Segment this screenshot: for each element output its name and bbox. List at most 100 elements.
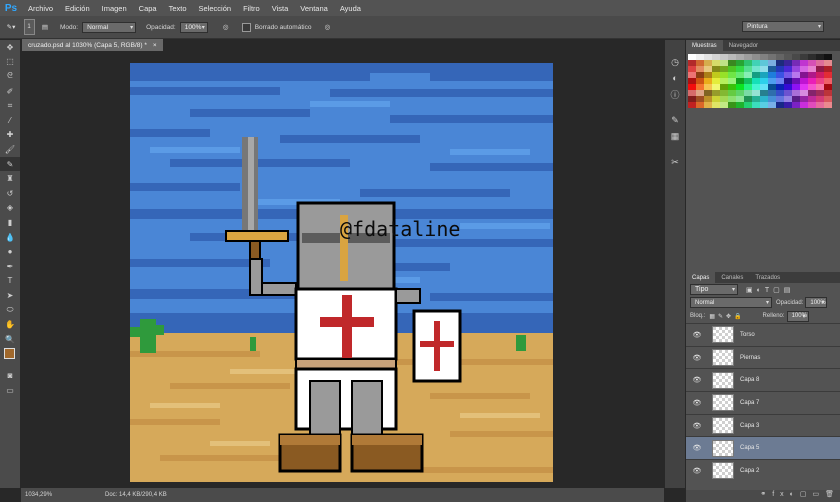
menu-ayuda[interactable]: Ayuda (334, 4, 367, 13)
pressure-size-icon[interactable]: ◎ (317, 23, 337, 31)
tab-trazados[interactable]: Trazados (749, 275, 786, 281)
swatch[interactable] (744, 102, 752, 108)
pen-tool-icon[interactable]: ✒ (0, 259, 20, 274)
layer-opacity-input[interactable]: 100% (805, 297, 828, 308)
opacity-input[interactable]: 100% (179, 21, 208, 33)
swatch[interactable] (768, 102, 776, 108)
swatch[interactable] (712, 102, 720, 108)
layer-actions[interactable]: ⚭fx◐▢▭🗑 (686, 490, 840, 502)
foreground-color[interactable] (4, 348, 15, 360)
swatch[interactable] (752, 102, 760, 108)
menu-imagen[interactable]: Imagen (96, 4, 133, 13)
swatch[interactable] (824, 102, 832, 108)
swatch[interactable] (728, 102, 736, 108)
layer-filter-select[interactable]: Tipo (690, 284, 738, 295)
shape-tool-icon[interactable]: ⬭ (0, 303, 20, 318)
auto-erase-checkbox[interactable] (241, 22, 251, 32)
lock-icons[interactable]: ▦✎✥🔒 (709, 313, 744, 320)
swatch[interactable] (720, 102, 728, 108)
type-tool-icon[interactable]: T (0, 274, 20, 289)
mode-select[interactable]: Normal (82, 21, 137, 33)
tab-canales[interactable]: Canales (715, 275, 749, 281)
tab-muestras[interactable]: Muestras (686, 40, 723, 51)
eye-icon[interactable]: 👁 (686, 354, 708, 362)
swatch[interactable] (808, 102, 816, 108)
tool-presets-icon[interactable]: ✂ (665, 154, 685, 170)
menu-vista[interactable]: Vista (266, 4, 295, 13)
menu-archivo[interactable]: Archivo (22, 4, 59, 13)
lasso-tool-icon[interactable]: ᘓ (0, 69, 20, 84)
crop-tool-icon[interactable]: ⌗ (0, 98, 20, 113)
dodge-tool-icon[interactable]: ● (0, 244, 20, 259)
brush-panel-dock-icon[interactable]: ✎ (665, 112, 685, 128)
blur-tool-icon[interactable]: 💧 (0, 230, 20, 245)
fill-input[interactable]: 100% (786, 310, 809, 322)
swatch[interactable] (688, 102, 696, 108)
layer-row[interactable]: 👁 Piernas (686, 345, 840, 369)
menu-edicion[interactable]: Edición (59, 4, 96, 13)
eye-icon[interactable]: 👁 (686, 376, 708, 384)
screen-mode-icon[interactable]: ▭ (0, 383, 20, 398)
document-tab[interactable]: cruzado.psd al 1030% (Capa 5, RGB/8) * × (22, 39, 163, 51)
swatch[interactable] (704, 102, 712, 108)
document-canvas[interactable] (130, 63, 553, 482)
swatch[interactable] (792, 102, 800, 108)
blend-mode-select[interactable]: Normal (690, 297, 772, 308)
swatch[interactable] (736, 102, 744, 108)
pencil-preset-icon[interactable]: ✎▾ (0, 23, 22, 31)
eye-icon[interactable]: 👁 (686, 444, 708, 452)
quick-select-icon[interactable]: ✐ (0, 84, 20, 99)
swatch[interactable] (800, 102, 808, 108)
menu-ventana[interactable]: Ventana (294, 4, 334, 13)
adjustments-panel-icon[interactable]: ◐ (665, 70, 685, 86)
filter-icons[interactable]: ▣◐T▢▤ (746, 286, 794, 294)
eye-icon[interactable]: 👁 (686, 422, 708, 430)
menu-seleccion[interactable]: Selección (193, 4, 238, 13)
swatch[interactable] (784, 102, 792, 108)
hand-tool-icon[interactable]: ✋ (0, 317, 20, 332)
swatch[interactable] (816, 102, 824, 108)
layer-row[interactable]: 👁 Capa 5 (686, 436, 840, 460)
swatch[interactable] (696, 102, 704, 108)
color-swatches[interactable] (0, 346, 20, 368)
tab-navegador[interactable]: Navegador (723, 43, 764, 49)
eraser-tool-icon[interactable]: ◈ (0, 201, 20, 216)
tab-capas[interactable]: Capas (686, 272, 716, 283)
swatch[interactable] (760, 102, 768, 108)
eye-icon[interactable]: 👁 (686, 331, 708, 339)
stamp-tool-icon[interactable]: ♜ (0, 171, 20, 186)
close-icon[interactable]: × (153, 42, 157, 49)
info-panel-icon[interactable]: ⓘ (665, 86, 685, 102)
marquee-tool-icon[interactable]: ⬚ (0, 55, 20, 70)
menu-texto[interactable]: Texto (163, 4, 193, 13)
layer-row[interactable]: 👁 Capa 7 (686, 391, 840, 414)
brush-tool-icon[interactable]: 🖌 (0, 142, 20, 157)
pressure-opacity-icon[interactable]: ◎ (216, 23, 236, 31)
layer-row[interactable]: 👁 Capa 3 (686, 413, 840, 437)
brush-panel-icon[interactable]: ▤ (36, 23, 54, 31)
swatch-grid[interactable] (688, 54, 840, 108)
layer-row[interactable]: 👁 Torso (686, 323, 840, 346)
menu-capa[interactable]: Capa (133, 4, 163, 13)
layer-row[interactable]: 👁 Capa 8 (686, 368, 840, 391)
photoshop-logo: Ps (4, 2, 18, 14)
eyedropper-icon[interactable]: ⁄ (0, 113, 20, 128)
brush-presets-icon[interactable]: ▦ (665, 128, 685, 144)
path-select-icon[interactable]: ➤ (0, 288, 20, 303)
pencil-tool-icon[interactable]: ✎ (0, 156, 20, 172)
workspace-select[interactable]: Pintura (742, 21, 824, 32)
layer-row[interactable]: 👁 Capa 2 (686, 459, 840, 482)
eye-icon[interactable]: 👁 (686, 467, 708, 475)
gradient-tool-icon[interactable]: ▮ (0, 215, 20, 230)
eye-icon[interactable]: 👁 (686, 399, 708, 407)
history-brush-icon[interactable]: ↺ (0, 186, 20, 201)
menu-filtro[interactable]: Filtro (237, 4, 266, 13)
brush-size-icon[interactable]: 1 (22, 19, 36, 35)
swatch[interactable] (776, 102, 784, 108)
healing-brush-icon[interactable]: ✚ (0, 128, 20, 143)
zoom-tool-icon[interactable]: 🔍 (0, 332, 20, 347)
zoom-level[interactable]: 1034,29% (25, 492, 89, 498)
move-tool-icon[interactable]: ✥ (0, 40, 20, 55)
history-panel-icon[interactable]: ◷ (665, 54, 685, 70)
quick-mask-icon[interactable]: ◙ (0, 368, 20, 383)
